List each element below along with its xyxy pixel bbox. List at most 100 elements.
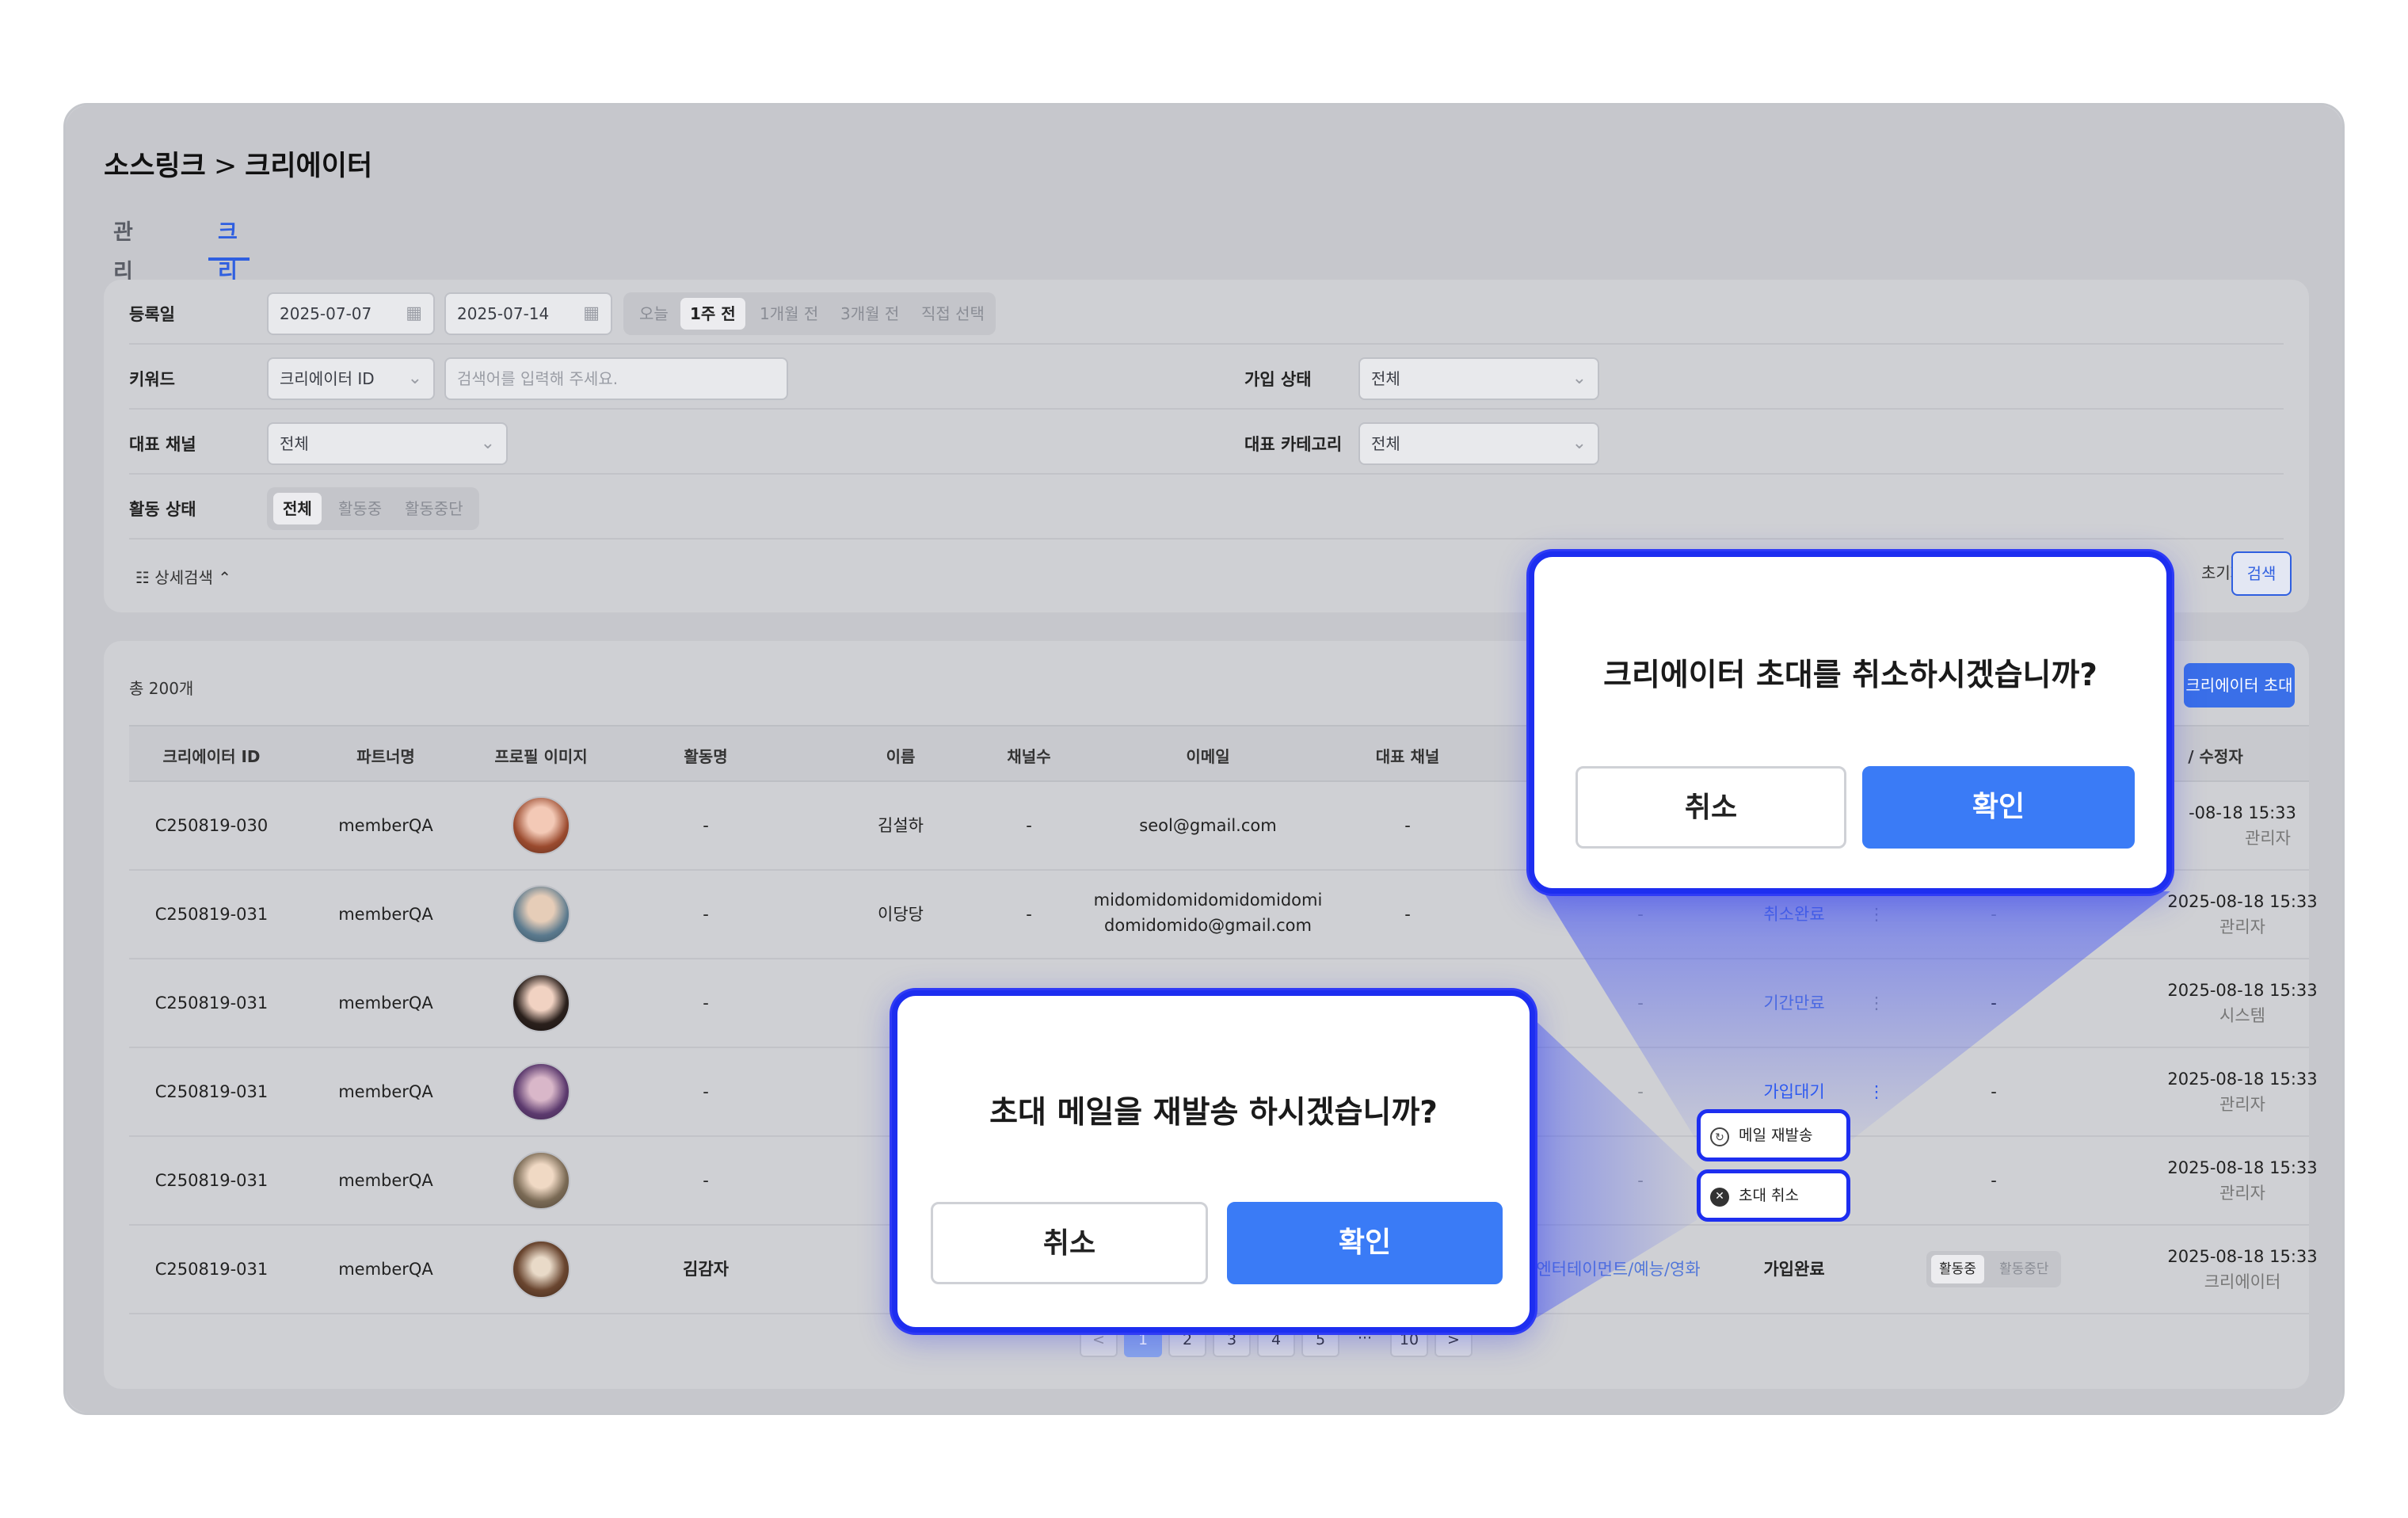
keyword-type-select[interactable]: 크리에이터 ID ⌄ xyxy=(267,357,435,400)
more-icon[interactable]: ⋮ xyxy=(1869,1080,1885,1104)
col-profile: 프로필 이미지 xyxy=(494,747,588,766)
keyword-type-value: 크리에이터 ID xyxy=(280,369,375,388)
cell-name: 이당당 xyxy=(878,905,924,924)
cell-partner: memberQA xyxy=(338,1171,433,1190)
join-status-select[interactable]: 전체 ⌄ xyxy=(1358,357,1599,400)
cell-status[interactable]: 기간만료 xyxy=(1763,991,1824,1016)
range-custom[interactable]: 직접 선택 xyxy=(912,298,994,330)
avatar xyxy=(512,1151,570,1210)
activity-on-chip[interactable]: 활동중 xyxy=(1931,1255,1984,1283)
more-icon[interactable]: ⋮ xyxy=(1869,991,1885,1016)
cell-extra-a: - xyxy=(1637,994,1644,1013)
filter-row-activity: 활동 상태 전체 활동중 활동중단 xyxy=(129,475,2284,540)
cell-date: 2025-08-18 15:33 xyxy=(2167,1158,2318,1177)
activity-label: 활동 상태 xyxy=(129,500,196,519)
range-1week[interactable]: 1주 전 xyxy=(680,298,745,330)
cell-editor: 시스템 xyxy=(2219,1006,2265,1025)
dialog-cancel-button[interactable]: 취소 xyxy=(1575,766,1846,849)
col-name: 이름 xyxy=(886,747,916,766)
join-status-label: 가입 상태 xyxy=(1244,370,1312,389)
advanced-search-toggle[interactable]: ☷ 상세검색 ⌃ xyxy=(135,565,231,588)
col-email: 이메일 xyxy=(1186,747,1230,766)
cell-extra-b: - xyxy=(1991,1171,1997,1190)
cell-status[interactable]: 가입대기 xyxy=(1763,1080,1824,1104)
activity-on[interactable]: 활동중 xyxy=(329,493,391,524)
breadcrumb-separator: > xyxy=(213,151,238,182)
range-today[interactable]: 오늘 xyxy=(630,298,678,330)
cancel-invite-dialog: 크리에이터 초대를 취소하시겠습니까? 취소 확인 xyxy=(1529,551,2172,894)
date-from-value: 2025-07-07 xyxy=(280,304,372,323)
date-from-input[interactable]: 2025-07-07 ▦ xyxy=(267,292,435,335)
cell-extra-a: - xyxy=(1637,905,1644,924)
activity-all[interactable]: 전체 xyxy=(273,493,322,524)
keyword-search-input[interactable]: 검색어를 입력해 주세요. xyxy=(444,357,788,400)
cell-email: midomidomidomidomidomi xyxy=(1093,891,1323,910)
cell-status: 가입완료 xyxy=(1763,1260,1825,1279)
cell-extra-b: - xyxy=(1991,905,1997,924)
cell-id: C250819-031 xyxy=(154,1082,269,1101)
cell-nickname: - xyxy=(703,1082,709,1101)
cell-date: 2025-08-18 15:33 xyxy=(2167,892,2318,911)
filter-row-channel: 대표 채널 전체 ⌄ 대표 카테고리 전체 ⌄ xyxy=(129,410,2284,475)
cell-email-line2: domidomido@gmail.com xyxy=(1104,916,1312,935)
range-3month[interactable]: 3개월 전 xyxy=(831,298,909,330)
category-select[interactable]: 전체 ⌄ xyxy=(1358,422,1599,465)
cell-partner: memberQA xyxy=(338,816,433,835)
range-1month[interactable]: 1개월 전 xyxy=(750,298,828,330)
chevron-down-icon: ⌄ xyxy=(1572,433,1587,453)
cell-editor: 관리자 xyxy=(2219,1095,2265,1114)
col-editor: / 수정자 xyxy=(2188,747,2243,766)
cell-extra-b: - xyxy=(1991,994,1997,1013)
breadcrumb-current: 크리에이터 xyxy=(245,151,373,182)
cancel-invite-item[interactable]: ✕ 초대 취소 xyxy=(1697,1169,1850,1222)
dialog-confirm-button[interactable]: 확인 xyxy=(1227,1202,1503,1284)
cell-status[interactable]: 취소완료 xyxy=(1763,902,1824,927)
breadcrumb: 소스링크 > 크리에이터 xyxy=(104,143,372,184)
invite-creator-button[interactable]: 크리에이터 초대 xyxy=(2184,663,2295,708)
resend-mail-dialog: 초대 메일을 재발송 하시겠습니까? 취소 확인 xyxy=(892,990,1535,1333)
activity-off[interactable]: 활동중단 xyxy=(395,493,473,524)
category-label: 대표 카테고리 xyxy=(1244,435,1343,454)
cell-rep-channel: - xyxy=(1404,905,1411,924)
date-to-input[interactable]: 2025-07-14 ▦ xyxy=(444,292,612,335)
channel-select[interactable]: 전체 ⌄ xyxy=(267,422,508,465)
cell-nickname: - xyxy=(703,816,709,835)
cell-channels: - xyxy=(1026,905,1032,924)
dialog-cancel-button[interactable]: 취소 xyxy=(931,1202,1208,1284)
tab-admin[interactable]: 관리자? xyxy=(104,213,145,361)
cell-date: 2025-08-18 15:33 xyxy=(2167,1247,2318,1266)
cell-editor: 크리에이터 xyxy=(2204,1272,2281,1291)
avatar xyxy=(512,796,570,855)
category-value: 전체 xyxy=(1371,434,1400,453)
cell-partner: memberQA xyxy=(338,905,433,924)
dialog-confirm-button[interactable]: 확인 xyxy=(1862,766,2135,849)
activity-off-chip[interactable]: 활동중단 xyxy=(1991,1255,2057,1283)
cell-nickname: - xyxy=(703,994,709,1013)
cell-id: C250819-030 xyxy=(154,816,269,835)
cell-date: -08-18 15:33 xyxy=(2189,803,2296,822)
chevron-down-icon: ⌄ xyxy=(480,433,495,453)
chevron-down-icon: ⌄ xyxy=(407,368,422,388)
advanced-search-label: 상세검색 xyxy=(154,568,213,587)
cell-editor: 관리자 xyxy=(2219,917,2265,936)
tab-creator[interactable]: 크리에이터? xyxy=(208,213,250,441)
cell-id: C250819-031 xyxy=(154,1171,269,1190)
close-circle-icon: ✕ xyxy=(1710,1188,1729,1207)
cell-rep-channel: - xyxy=(1404,816,1411,835)
cell-extra-b: - xyxy=(1991,1082,1997,1101)
avatar xyxy=(512,1240,570,1299)
row-action-popover: ↻ 메일 재발송 ✕ 초대 취소 xyxy=(1697,1109,1850,1225)
total-count: 총 200개 xyxy=(129,679,194,698)
more-icon[interactable]: ⋮ xyxy=(1869,902,1885,927)
cell-partner: memberQA xyxy=(338,1260,433,1279)
breadcrumb-root[interactable]: 소스링크 xyxy=(104,151,206,182)
filter-icon: ☷ xyxy=(135,568,155,587)
date-to-value: 2025-07-14 xyxy=(457,304,550,323)
redo-icon: ↻ xyxy=(1710,1127,1729,1146)
search-button[interactable]: 검색 xyxy=(2231,551,2292,596)
resend-mail-item[interactable]: ↻ 메일 재발송 xyxy=(1697,1109,1850,1161)
cell-name: 김설하 xyxy=(878,816,924,835)
col-channels: 채널수 xyxy=(1007,747,1051,766)
cell-nickname: 김감자 xyxy=(683,1260,729,1279)
cell-id: C250819-031 xyxy=(154,1260,269,1279)
